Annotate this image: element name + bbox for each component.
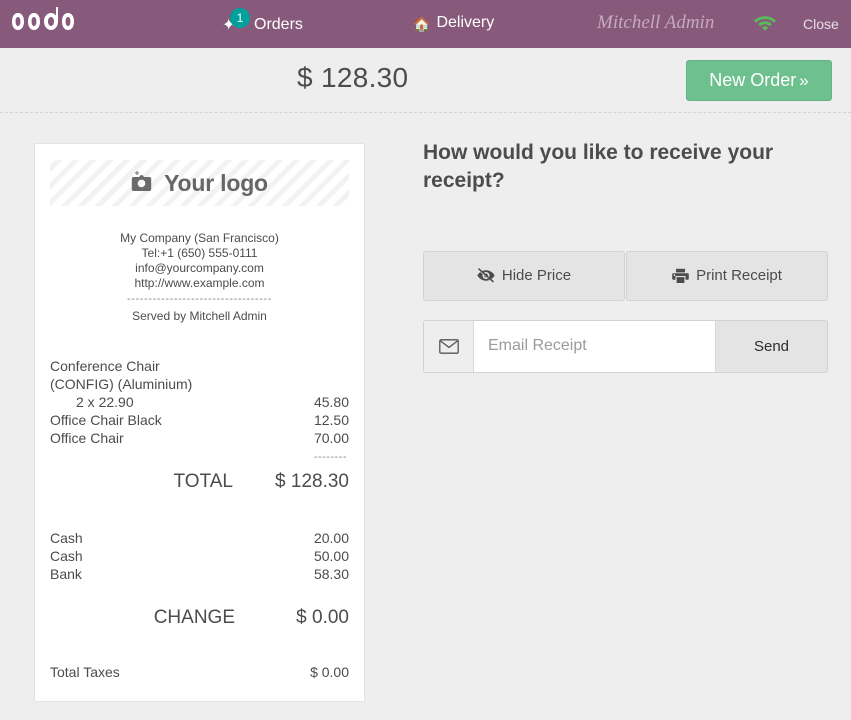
- odoo-logo[interactable]: [12, 7, 130, 41]
- total-value: $ 128.30: [275, 470, 349, 492]
- order-total-bar: $ 128.30 New Order »: [0, 48, 851, 113]
- hide-price-button[interactable]: Hide Price: [423, 250, 625, 301]
- payment-method: Bank: [50, 565, 82, 582]
- print-receipt-label: Print Receipt: [696, 267, 782, 285]
- orderline-name: Office Chair Black: [50, 411, 162, 428]
- new-order-button[interactable]: New Order »: [686, 60, 832, 101]
- camera-icon: [131, 170, 157, 196]
- payment-method: Cash: [50, 547, 83, 564]
- orders-count-badge: 1: [230, 8, 250, 28]
- chevron-right-icon: »: [799, 70, 809, 90]
- receipt-change-row: CHANGE $ 0.00: [50, 605, 349, 631]
- total-label: TOTAL: [173, 470, 233, 492]
- change-value: $ 0.00: [296, 606, 349, 628]
- nav-orders[interactable]: ✦ 1 Orders: [222, 8, 303, 37]
- total-divider: --------: [313, 450, 347, 463]
- nav-orders-label: Orders: [254, 16, 303, 33]
- tag-icon: ✦ 1: [222, 8, 250, 37]
- orderline-name: Conference Chair: [50, 357, 160, 374]
- receipt-options-panel: How would you like to receive your recei…: [423, 139, 828, 373]
- orderline-row: Office Chair Black 12.50: [50, 411, 349, 429]
- company-info: My Company (San Francisco) Tel:+1 (650) …: [50, 231, 349, 291]
- receipt-divider-top: ----------------------------------: [127, 293, 272, 305]
- payment-method: Cash: [50, 529, 83, 546]
- taxes-value: $ 0.00: [310, 663, 349, 680]
- email-receipt-input[interactable]: [474, 320, 715, 372]
- receipt-total-row: TOTAL $ 128.30: [50, 469, 349, 495]
- send-email-button[interactable]: Send: [715, 320, 827, 372]
- payment-amount: 58.30: [313, 565, 349, 582]
- receipt-orderlines: Conference Chair (CONFIG) (Aluminium) 2 …: [50, 357, 349, 447]
- taxes-label: Total Taxes: [50, 663, 120, 680]
- orderline-price: 12.50: [313, 411, 349, 428]
- close-session-button[interactable]: Close: [803, 16, 839, 32]
- order-total-amount: $ 128.30: [297, 62, 409, 93]
- receipt-payments: Cash 20.00 Cash 50.00 Bank 58.30: [50, 529, 349, 583]
- top-navigation-bar: ✦ 1 Orders 🏠 Delivery Mitchell Admin Clo…: [0, 0, 851, 48]
- logo-placeholder-text: Your logo: [164, 169, 268, 196]
- print-receipt-button[interactable]: Print Receipt: [626, 250, 828, 301]
- receipt-screen: Your logo My Company (San Francisco) Tel…: [0, 113, 851, 720]
- payment-amount: 50.00: [313, 547, 349, 564]
- payment-row: Cash 20.00: [50, 529, 349, 547]
- orderline-variant: (CONFIG) (Aluminium): [50, 375, 193, 392]
- orderline-qty: 2 x 22.90: [76, 393, 134, 410]
- company-email: info@yourcompany.com: [135, 260, 264, 275]
- house-icon: 🏠: [413, 16, 431, 32]
- panel-title: How would you like to receive your recei…: [423, 141, 774, 192]
- nav-delivery[interactable]: 🏠 Delivery: [413, 14, 494, 32]
- orderline-row: 2 x 22.90 45.80: [50, 393, 349, 411]
- current-user-name[interactable]: Mitchell Admin: [597, 12, 714, 34]
- company-logo-placeholder: Your logo: [50, 160, 349, 206]
- orderline-name: Office Chair: [50, 429, 124, 446]
- receipt-action-buttons: Hide Price Print Receipt: [423, 250, 828, 301]
- hide-price-label: Hide Price: [501, 267, 572, 285]
- orderline-price: 70.00: [313, 429, 349, 446]
- wifi-icon[interactable]: [753, 13, 777, 33]
- new-order-label: New Order: [709, 70, 797, 90]
- payment-row: Cash 50.00: [50, 547, 349, 565]
- orderline-row: Office Chair 70.00: [50, 429, 349, 447]
- payment-amount: 20.00: [313, 529, 349, 546]
- served-by-text: Served by Mitchell Admin: [132, 308, 267, 323]
- company-website: http://www.example.com: [134, 275, 265, 290]
- orderline-price: 45.80: [313, 393, 349, 410]
- printer-icon: [672, 268, 689, 284]
- change-label: CHANGE: [153, 606, 235, 628]
- receipt-taxes-row: Total Taxes $ 0.00: [50, 663, 349, 681]
- company-phone: Tel:+1 (650) 555-0111: [141, 245, 258, 260]
- eye-slash-icon: [477, 268, 495, 284]
- payment-row: Bank 58.30: [50, 565, 349, 583]
- nav-delivery-label: Delivery: [436, 14, 495, 31]
- envelope-icon: [424, 320, 474, 372]
- email-receipt-row: Send: [423, 319, 828, 373]
- company-name: My Company (San Francisco): [120, 231, 279, 245]
- receipt-preview: Your logo My Company (San Francisco) Tel…: [34, 143, 365, 702]
